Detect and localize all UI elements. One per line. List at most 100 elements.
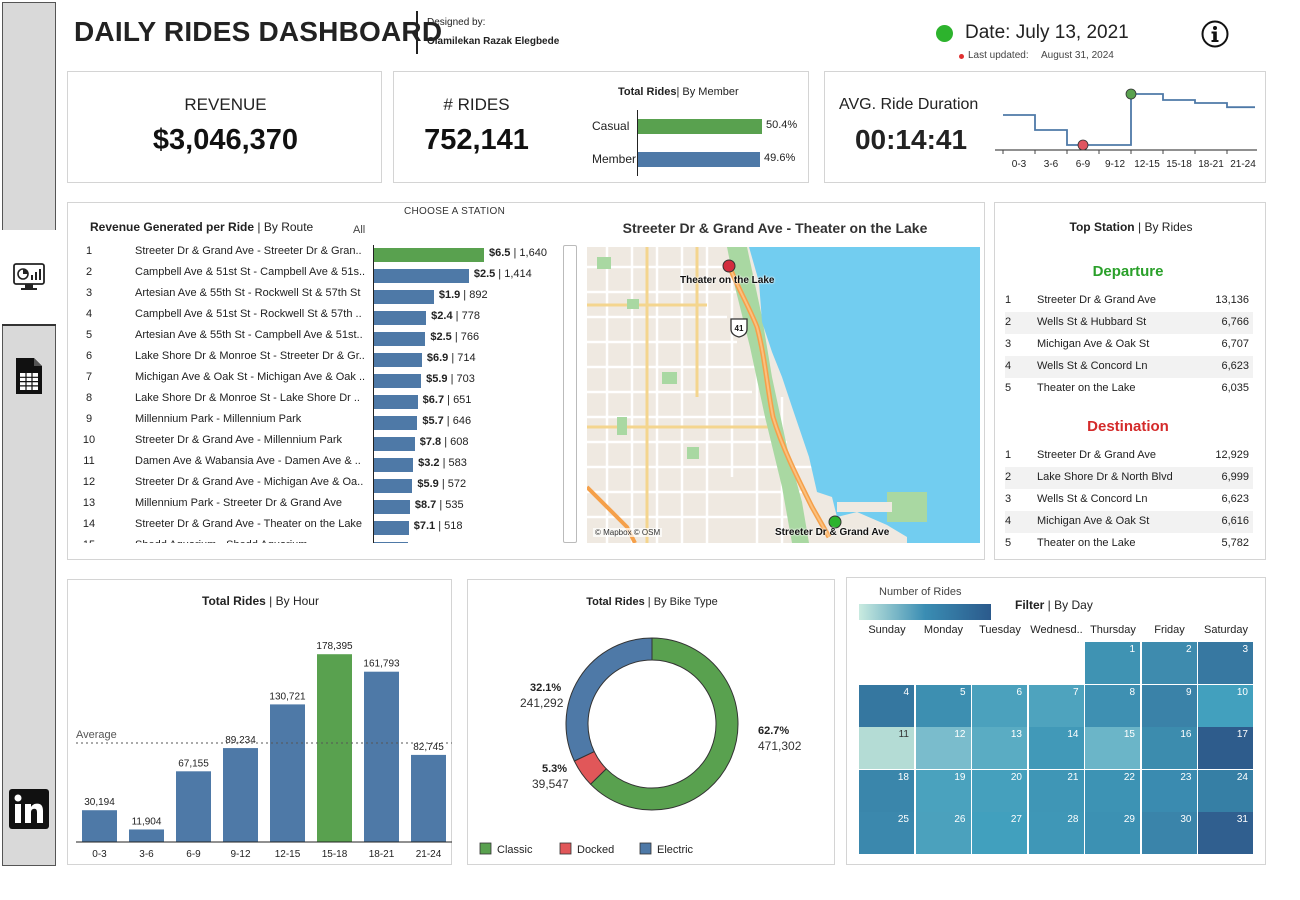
route-filter-value[interactable]: All xyxy=(353,224,365,236)
revenue-card: REVENUE $3,046,370 xyxy=(67,71,382,183)
route-row[interactable]: 1 Streeter Dr & Grand Ave - Streeter Dr &… xyxy=(68,245,548,266)
route-bar[interactable] xyxy=(374,332,426,346)
calendar-day-cell[interactable]: 6 xyxy=(972,684,1027,727)
route-row[interactable]: 10 Streeter Dr & Grand Ave - Millennium P… xyxy=(68,434,548,455)
calendar-day-cell[interactable]: 21 xyxy=(1028,769,1084,812)
route-row[interactable]: 14 Streeter Dr & Grand Ave - Theater on t… xyxy=(68,518,548,539)
route-bar[interactable] xyxy=(374,458,414,472)
calendar-day-cell[interactable]: 23 xyxy=(1141,769,1197,812)
destination-station-row[interactable]: 2 Lake Shore Dr & North Blvd 6,999 xyxy=(1005,467,1253,489)
departure-station-row[interactable]: 5 Theater on the Lake 6,035 xyxy=(1005,378,1253,400)
spreadsheet-icon[interactable] xyxy=(14,356,44,396)
route-bar[interactable] xyxy=(374,521,409,535)
route-row[interactable]: 12 Streeter Dr & Grand Ave - Michigan Ave… xyxy=(68,476,548,497)
departure-station-row[interactable]: 3 Michigan Ave & Oak St 6,707 xyxy=(1005,334,1253,356)
station-picker-label[interactable]: CHOOSE A STATION xyxy=(404,206,505,217)
linkedin-icon[interactable] xyxy=(9,789,49,829)
hour-bar[interactable] xyxy=(129,829,164,842)
legend-label: Electric xyxy=(657,844,694,856)
route-bar[interactable] xyxy=(374,374,422,388)
calendar-day-cell[interactable]: 9 xyxy=(1141,684,1197,727)
calendar-day-cell[interactable]: 22 xyxy=(1085,769,1140,812)
route-bar[interactable] xyxy=(374,269,469,283)
destination-station-row[interactable]: 5 Theater on the Lake 5,782 xyxy=(1005,533,1253,555)
route-bar[interactable] xyxy=(374,542,408,543)
calendar-day-cell[interactable]: 13 xyxy=(972,727,1027,769)
hour-bar[interactable] xyxy=(364,671,399,842)
hour-bar[interactable] xyxy=(223,748,258,842)
duration-min-marker[interactable] xyxy=(1077,139,1089,151)
calendar-day-cell[interactable]: 24 xyxy=(1198,769,1253,812)
route-bar[interactable] xyxy=(374,353,422,367)
calendar-day-cell[interactable]: 12 xyxy=(915,727,971,769)
calendar-day-cell[interactable]: 20 xyxy=(972,769,1027,812)
station-rides: 12,929 xyxy=(1215,449,1249,461)
calendar-day-cell[interactable]: 26 xyxy=(915,812,971,854)
route-row[interactable]: 4 Campbell Ave & 51st St - Rockwell St & … xyxy=(68,308,548,329)
member-row-pct: 50.4% xyxy=(766,119,798,131)
hour-bar[interactable] xyxy=(82,810,117,842)
calendar-day-cell[interactable]: 30 xyxy=(1141,812,1197,854)
departure-station-row[interactable]: 1 Streeter Dr & Grand Ave 13,136 xyxy=(1005,290,1253,312)
route-row[interactable]: 2 Campbell Ave & 51st St - Campbell Ave &… xyxy=(68,266,548,287)
calendar-day-cell[interactable]: 4 xyxy=(859,684,914,727)
departure-station-row[interactable]: 4 Wells St & Concord Ln 6,623 xyxy=(1005,356,1253,378)
route-bar[interactable] xyxy=(374,500,410,514)
route-row[interactable]: 11 Damen Ave & Wabansia Ave - Damen Ave &… xyxy=(68,455,548,476)
route-map[interactable]: 41 Theater on the Lake Streeter Dr & Gra… xyxy=(587,247,980,543)
calendar-day-cell[interactable]: 8 xyxy=(1085,684,1140,727)
calendar-day-cell[interactable]: 31 xyxy=(1198,812,1253,854)
calendar-day-cell[interactable]: 2 xyxy=(1141,642,1197,684)
route-name: Millennium Park - Streeter Dr & Grand Av… xyxy=(135,497,343,509)
calendar-day-cell[interactable]: 29 xyxy=(1085,812,1140,854)
destination-station-row[interactable]: 1 Streeter Dr & Grand Ave 12,929 xyxy=(1005,445,1253,467)
calendar-day-cell[interactable]: 27 xyxy=(972,812,1027,854)
departure-station-row[interactable]: 2 Wells St & Hubbard St 6,766 xyxy=(1005,312,1253,334)
route-row[interactable]: 15 Shedd Aquarium - Shedd Aquarium xyxy=(68,539,548,543)
calendar-day-cell[interactable]: 18 xyxy=(859,769,914,812)
calendar-day-cell[interactable]: 7 xyxy=(1028,684,1084,727)
route-row[interactable]: 5 Artesian Ave & 55th St - Campbell Ave &… xyxy=(68,329,548,350)
route-row[interactable]: 13 Millennium Park - Streeter Dr & Grand … xyxy=(68,497,548,518)
destination-station-row[interactable]: 3 Wells St & Concord Ln 6,623 xyxy=(1005,489,1253,511)
route-row[interactable]: 6 Lake Shore Dr & Monroe St - Streeter Dr… xyxy=(68,350,548,371)
last-updated-date: August 31, 2024 xyxy=(1041,50,1114,61)
calendar-day-cell[interactable]: 11 xyxy=(859,727,914,769)
hour-bar[interactable] xyxy=(411,754,446,842)
calendar-day-cell[interactable]: 3 xyxy=(1198,642,1253,684)
calendar-day-cell[interactable]: 14 xyxy=(1028,727,1084,769)
legend-label: Classic xyxy=(497,844,533,856)
route-row[interactable]: 3 Artesian Ave & 55th St - Rockwell St & … xyxy=(68,287,548,308)
route-bar[interactable] xyxy=(374,395,418,409)
route-row[interactable]: 9 Millennium Park - Millennium Park $5.7 |… xyxy=(68,413,548,434)
destination-station-row[interactable]: 4 Michigan Ave & Oak St 6,616 xyxy=(1005,511,1253,533)
calendar-day-cell[interactable]: 28 xyxy=(1028,812,1084,854)
route-bar[interactable] xyxy=(374,416,418,430)
route-row[interactable]: 8 Lake Shore Dr & Monroe St - Lake Shore … xyxy=(68,392,548,413)
dashboard-monitor-icon[interactable] xyxy=(12,262,46,292)
duration-max-marker[interactable] xyxy=(1125,88,1137,100)
hour-bar[interactable] xyxy=(176,771,211,842)
route-bar[interactable] xyxy=(374,437,415,451)
route-bar[interactable] xyxy=(374,248,484,262)
route-bar[interactable] xyxy=(374,290,434,304)
start-station-marker[interactable] xyxy=(722,259,736,273)
route-row[interactable]: 7 Michigan Ave & Oak St - Michigan Ave & … xyxy=(68,371,548,392)
member-bar[interactable] xyxy=(638,152,761,167)
hour-bar[interactable] xyxy=(270,704,305,842)
calendar-day-cell[interactable]: 19 xyxy=(915,769,971,812)
calendar-day-cell[interactable]: 1 xyxy=(1085,642,1140,684)
routes-scrollbar[interactable] xyxy=(563,245,577,543)
bike-slice[interactable] xyxy=(565,637,653,762)
calendar-day-cell[interactable]: 5 xyxy=(915,684,971,727)
member-bar[interactable] xyxy=(638,119,762,134)
calendar-day-cell[interactable]: 25 xyxy=(859,812,914,854)
calendar-day-cell[interactable]: 15 xyxy=(1085,727,1140,769)
calendar-day-cell[interactable]: 10 xyxy=(1198,684,1253,727)
hour-bar[interactable] xyxy=(317,654,352,842)
route-bar[interactable] xyxy=(374,311,427,325)
route-bar[interactable] xyxy=(374,479,413,493)
calendar-day-cell[interactable]: 16 xyxy=(1141,727,1197,769)
info-icon[interactable] xyxy=(1201,20,1229,48)
calendar-day-cell[interactable]: 17 xyxy=(1198,727,1253,769)
